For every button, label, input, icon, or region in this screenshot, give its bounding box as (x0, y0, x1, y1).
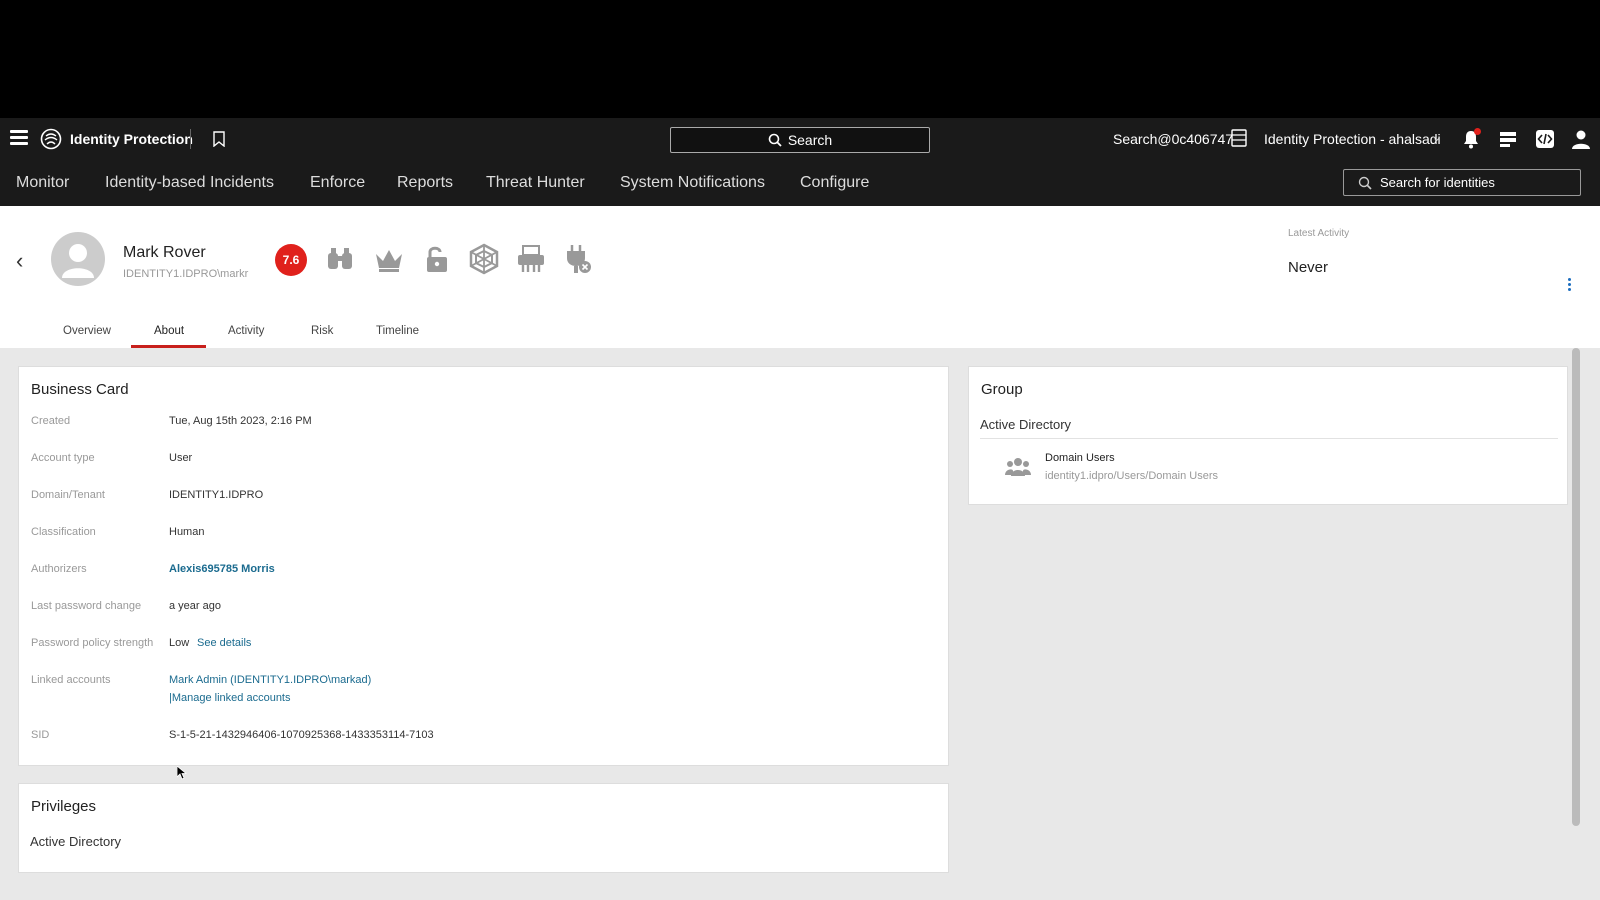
messages-icon[interactable] (1498, 129, 1518, 149)
users-group-icon (1005, 458, 1031, 476)
global-search-label: Search (787, 132, 833, 148)
field-value: a year ago (169, 600, 221, 612)
see-details-link[interactable]: See details (197, 637, 251, 649)
falcon-logo-icon (40, 128, 62, 150)
nav-threat-hunter[interactable]: Threat Hunter (486, 174, 585, 192)
tenant-list-icon[interactable] (1231, 129, 1247, 147)
context-switcher[interactable]: Identity Protection - ahalsadi (1264, 131, 1441, 147)
field-value: IDENTITY1.IDPRO (169, 489, 264, 501)
field-label: Domain/Tenant (31, 489, 105, 501)
privileges-panel: Privileges Active Directory (18, 783, 949, 873)
tab-about[interactable]: About (154, 325, 184, 337)
group-item-path: identity1.idpro/Users/Domain Users (1045, 470, 1219, 482)
tab-timeline[interactable]: Timeline (376, 325, 419, 337)
tab-risk[interactable]: Risk (311, 325, 333, 337)
printer-icon[interactable] (514, 242, 548, 276)
identity-account: IDENTITY1.IDPRO\markr (123, 268, 249, 280)
group-title: Group (981, 381, 1023, 398)
tab-activity[interactable]: Activity (228, 325, 264, 337)
nav-identity-based-incidents[interactable]: Identity-based Incidents (105, 174, 274, 192)
field-value: Human (169, 526, 205, 538)
bookmark-icon[interactable] (212, 131, 226, 147)
linked-account-link[interactable]: Mark Admin (IDENTITY1.IDPRO\markad) (169, 674, 371, 686)
manage-linked-accounts-link[interactable]: |Manage linked accounts (169, 692, 291, 704)
authorizer-link[interactable]: Alexis695785 Morris (169, 563, 275, 575)
product-name: Identity Protection (70, 131, 193, 147)
identity-name: Mark Rover (123, 244, 206, 261)
plug-x-icon[interactable] (560, 242, 594, 276)
latest-activity-label: Latest Activity (1288, 228, 1350, 239)
active-tab-indicator (131, 345, 206, 348)
global-search-button[interactable]: Search (670, 127, 930, 153)
field-label: Password policy strength (31, 637, 154, 649)
privileges-title: Privileges (31, 798, 97, 815)
latest-activity-value: Never (1288, 259, 1329, 276)
top-header: Identity Protection Search Search@0c4067… (0, 118, 1600, 206)
chevron-down-icon[interactable]: ⌄ (1432, 131, 1441, 144)
main-nav: Monitor Identity-based Incidents Enforce… (0, 160, 1600, 206)
field-value: Tue, Aug 15th 2023, 2:16 PM (169, 415, 312, 427)
field-label: Linked accounts (31, 674, 111, 686)
search-icon (1358, 176, 1372, 190)
more-options-icon[interactable] (1566, 278, 1572, 294)
field-value: Low (169, 637, 190, 649)
nav-monitor[interactable]: Monitor (16, 174, 69, 192)
field-value: User (169, 452, 193, 464)
web-icon[interactable] (467, 242, 501, 276)
nav-reports[interactable]: Reports (397, 174, 453, 192)
field-label: Created (31, 415, 71, 427)
field-label: Last password change (31, 600, 142, 612)
back-chevron-icon[interactable]: ‹ (16, 248, 23, 274)
binoculars-icon[interactable] (323, 242, 357, 276)
business-card-title: Business Card (31, 381, 129, 398)
field-label: Classification (31, 526, 96, 538)
tab-overview[interactable]: Overview (63, 325, 111, 337)
field-label: SID (31, 729, 50, 741)
app-window: Identity Protection Search Search@0c4067… (0, 118, 1600, 900)
avatar (51, 232, 105, 286)
group-panel: Group Active Directory Domain Users iden… (968, 366, 1568, 505)
identity-search-input[interactable]: Search for identities (1343, 169, 1581, 196)
mouse-cursor-icon (177, 766, 187, 780)
identity-search-placeholder: Search for identities (1380, 175, 1495, 190)
crown-icon[interactable] (372, 242, 406, 276)
field-label: Authorizers (31, 563, 87, 575)
group-section-label: Active Directory (980, 417, 1072, 432)
code-icon[interactable] (1535, 129, 1555, 149)
nav-enforce[interactable]: Enforce (310, 174, 365, 192)
page-scrollbar[interactable] (1572, 348, 1580, 826)
field-label: Account type (31, 452, 95, 464)
nav-system-notifications[interactable]: System Notifications (620, 174, 765, 192)
notifications-bell-icon[interactable] (1462, 128, 1481, 149)
business-card-panel: Business Card Created Tue, Aug 15th 2023… (18, 366, 949, 766)
tenant-label: Search@0c406747 (1113, 131, 1234, 147)
unlocked-padlock-icon[interactable] (420, 242, 454, 276)
field-value: S-1-5-21-1432946406-1070925368-143335311… (169, 729, 434, 741)
user-profile-icon[interactable] (1571, 129, 1591, 149)
identity-profile-header: ‹ Mark Rover IDENTITY1.IDPRO\markr 7.6 L… (0, 206, 1600, 348)
notification-dot (1474, 128, 1481, 135)
header-row-top: Identity Protection Search Search@0c4067… (0, 118, 1600, 160)
privileges-section-label: Active Directory (30, 834, 122, 849)
nav-configure[interactable]: Configure (800, 174, 869, 192)
menu-icon[interactable] (10, 130, 28, 146)
divider (190, 129, 191, 149)
letterbox-top (0, 0, 1600, 118)
risk-score-badge[interactable]: 7.6 (275, 244, 307, 276)
divider (980, 438, 1558, 439)
group-item-name[interactable]: Domain Users (1045, 452, 1115, 464)
search-icon (768, 133, 782, 147)
